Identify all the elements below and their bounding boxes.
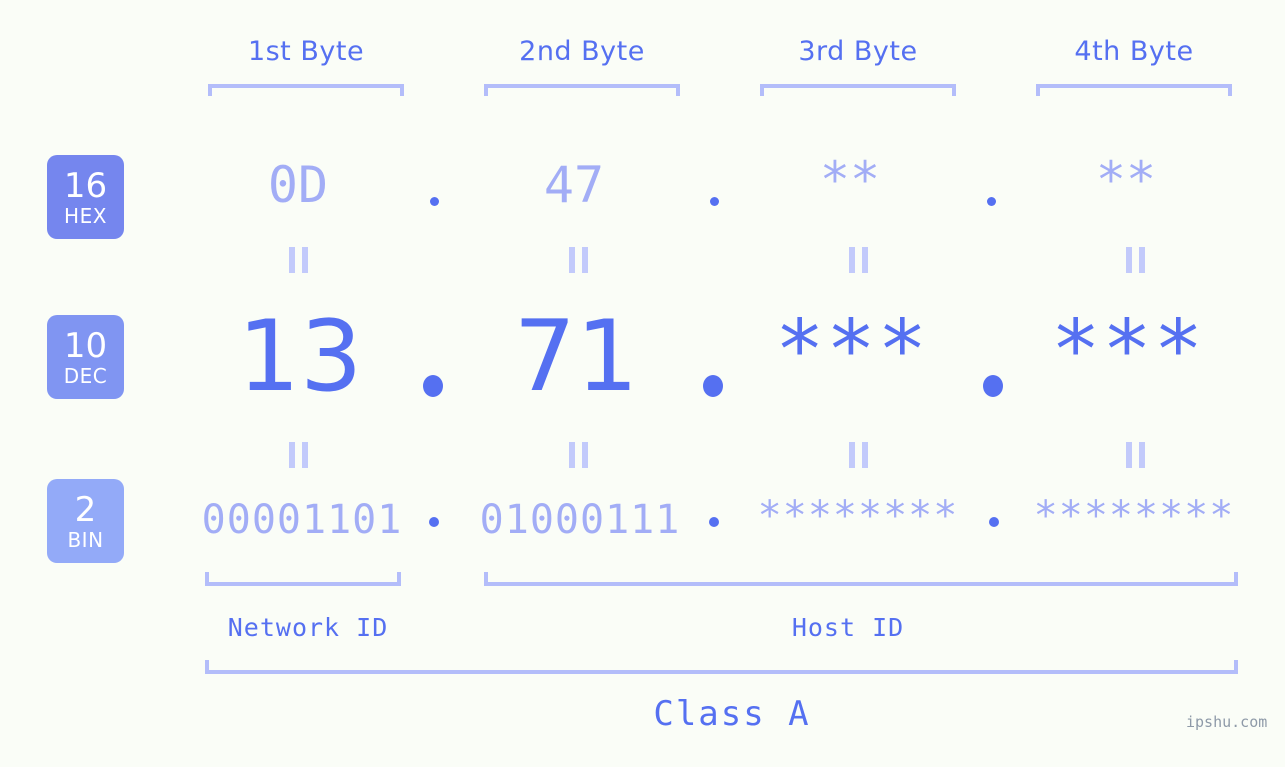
base-badge-hex: 16 HEX xyxy=(47,155,124,239)
ip-address-breakdown-diagram: 1st Byte 2nd Byte 3rd Byte 4th Byte 16 H… xyxy=(0,0,1285,767)
byte-header-label-2: 2nd Byte xyxy=(519,36,645,67)
base-badge-hex-number: 16 xyxy=(63,165,108,206)
equals-mark-dec-bin-3 xyxy=(849,442,868,468)
equals-mark-dec-bin-4 xyxy=(1126,442,1145,468)
dec-byte-4: *** xyxy=(1050,303,1206,398)
equals-mark-hex-dec-3 xyxy=(849,247,868,273)
hex-separator-dot-1 xyxy=(430,197,439,206)
base-badge-bin-name: BIN xyxy=(67,527,104,552)
equals-mark-dec-bin-2 xyxy=(569,442,588,468)
base-badge-dec-name: DEC xyxy=(63,363,108,388)
site-watermark: ipshu.com xyxy=(1186,713,1268,731)
byte-header-label-4: 4th Byte xyxy=(1074,36,1194,67)
byte-bracket-top-3 xyxy=(760,84,956,96)
dec-separator-dot-2 xyxy=(703,375,723,397)
dec-byte-2: 71 xyxy=(513,300,639,414)
bin-byte-1: 00001101 xyxy=(201,497,403,543)
base-badge-dec-number: 10 xyxy=(63,325,108,366)
hex-separator-dot-2 xyxy=(710,197,719,206)
bin-separator-dot-2 xyxy=(709,517,719,527)
base-badge-dec: 10 DEC xyxy=(47,315,124,399)
dec-byte-1: 13 xyxy=(237,300,363,414)
dec-separator-dot-1 xyxy=(423,375,443,397)
equals-mark-hex-dec-4 xyxy=(1126,247,1145,273)
host-id-label: Host ID xyxy=(791,613,905,642)
host-id-bracket xyxy=(484,572,1238,586)
network-id-bracket xyxy=(205,572,401,586)
hex-byte-2: 47 xyxy=(543,156,605,214)
hex-byte-1: 0D xyxy=(267,156,329,214)
equals-mark-dec-bin-1 xyxy=(289,442,308,468)
byte-header-label-1: 1st Byte xyxy=(247,36,365,67)
dec-byte-3: *** xyxy=(774,303,930,398)
class-bracket xyxy=(205,660,1238,674)
base-badge-hex-name: HEX xyxy=(64,203,107,228)
equals-mark-hex-dec-2 xyxy=(569,247,588,273)
bin-byte-2: 01000111 xyxy=(479,497,681,543)
base-badge-bin-number: 2 xyxy=(74,489,97,530)
dec-separator-dot-3 xyxy=(983,375,1003,397)
class-label: Class A xyxy=(653,694,811,734)
byte-bracket-top-2 xyxy=(484,84,680,96)
byte-header-label-3: 3rd Byte xyxy=(798,36,918,67)
hex-separator-dot-3 xyxy=(987,197,996,206)
hex-byte-3: ** xyxy=(819,151,881,209)
byte-bracket-top-1 xyxy=(208,84,404,96)
hex-byte-4: ** xyxy=(1095,151,1157,209)
bin-separator-dot-3 xyxy=(989,517,999,527)
base-badge-bin: 2 BIN xyxy=(47,479,124,563)
network-id-label: Network ID xyxy=(227,613,389,642)
bin-separator-dot-1 xyxy=(429,517,439,527)
bin-byte-4: ******** xyxy=(1033,493,1235,539)
bin-byte-3: ******** xyxy=(757,493,959,539)
byte-bracket-top-4 xyxy=(1036,84,1232,96)
equals-mark-hex-dec-1 xyxy=(289,247,308,273)
